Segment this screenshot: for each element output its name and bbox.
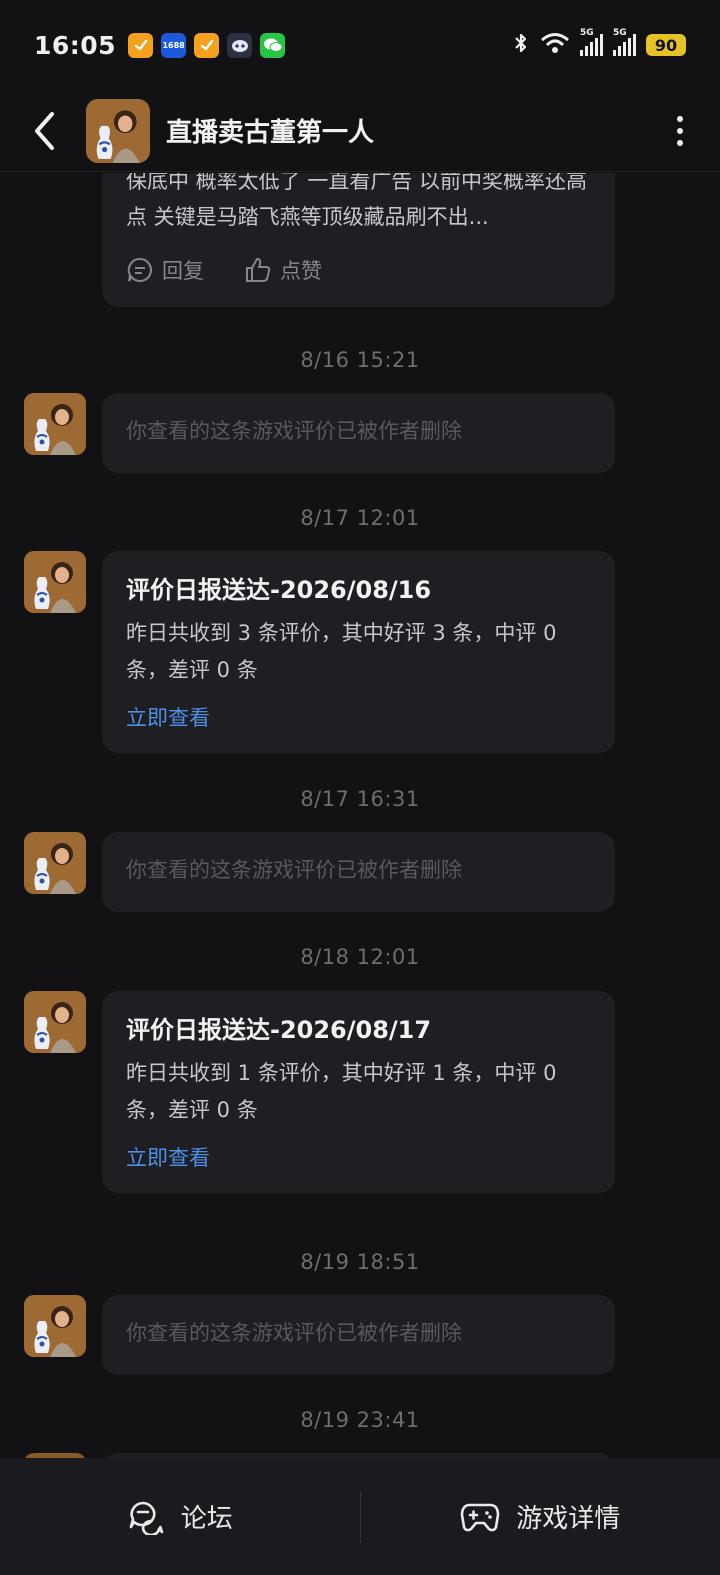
- deleted-message-bubble: 你查看的这条游戏评价已被作者删除: [102, 1295, 615, 1375]
- status-bar: 16:05 1688 5G 5G 90: [0, 0, 720, 90]
- report-summary: 昨日共收到 1 条评价，其中好评 1 条，中评 0 条，差评 0 条: [126, 1061, 557, 1122]
- review-text: 保底中 概率太低了 一直看广告 以前中奖概率还高点 关键是马踏飞燕等顶级藏品刷不…: [126, 173, 588, 229]
- chevron-left-icon: [35, 111, 54, 150]
- message-timestamp: 8/17 16:31: [300, 787, 420, 811]
- deleted-notice: 你查看的这条游戏评价已被作者删除: [126, 419, 462, 443]
- bluetooth-icon: [512, 31, 530, 59]
- 1688-icon: 1688: [161, 32, 187, 58]
- message-timestamp: 8/19 18:51: [300, 1250, 420, 1274]
- report-summary: 昨日共收到 3 条评价，其中好评 3 条，中评 0 条，差评 0 条: [126, 621, 557, 682]
- more-vertical-icon: [677, 115, 683, 146]
- avatar[interactable]: [24, 1295, 86, 1357]
- deleted-message-bubble: 你查看的这条游戏评价已被作者删除: [102, 832, 615, 912]
- review-report-bubble: 评价日报送达-2026/08/16 昨日共收到 3 条评价，其中好评 3 条，中…: [102, 551, 615, 753]
- game-detail-button[interactable]: 游戏详情: [361, 1458, 720, 1575]
- avatar[interactable]: [24, 393, 86, 455]
- bottom-action-bar: 论坛 游戏详情: [0, 1458, 720, 1575]
- chat-header: 直播卖古董第一人: [0, 90, 720, 172]
- report-title: 评价日报送达-2026/08/16: [126, 576, 432, 604]
- message-list[interactable]: 保底中 概率太低了 一直看广告 以前中奖概率还高点 关键是马踏飞燕等顶级藏品刷不…: [0, 173, 720, 1458]
- like-button[interactable]: 点赞: [244, 255, 322, 285]
- review-message-bubble: 保底中 概率太低了 一直看广告 以前中奖概率还高点 关键是马踏飞燕等顶级藏品刷不…: [102, 173, 615, 307]
- wifi-icon: [540, 32, 570, 58]
- avatar[interactable]: [24, 551, 86, 613]
- forum-label: 论坛: [180, 1504, 233, 1534]
- cell-signal-icon: 5G: [580, 28, 603, 56]
- cell-signal-icon: 5G: [613, 28, 636, 56]
- message-timestamp: 8/19 23:41: [300, 1408, 420, 1432]
- page-title: 直播卖古董第一人: [166, 118, 375, 148]
- battery-indicator: 90: [646, 34, 686, 56]
- view-now-link[interactable]: 立即查看: [126, 701, 591, 735]
- forum-button[interactable]: 论坛: [0, 1458, 360, 1575]
- game-detail-label: 游戏详情: [516, 1504, 621, 1534]
- thumbs-up-icon: [246, 258, 271, 282]
- avatar[interactable]: [24, 832, 86, 894]
- clock: 16:05: [34, 30, 117, 60]
- deleted-notice: 你查看的这条游戏评价已被作者删除: [126, 858, 462, 882]
- message-timestamp: 8/18 12:01: [300, 945, 420, 969]
- forum-chat-icon: [129, 1501, 164, 1535]
- robot-icon: [227, 32, 253, 58]
- wechat-icon: [260, 32, 286, 58]
- message-timestamp: 8/17 12:01: [300, 506, 420, 530]
- comment-icon: [127, 257, 152, 282]
- gamepad-icon: [460, 1503, 500, 1531]
- deleted-notice: 你查看的这条游戏评价已被作者删除: [126, 1321, 462, 1345]
- deleted-message-bubble: 你查看的这条游戏评价已被作者删除: [102, 393, 615, 473]
- chat-screen: 16:05 1688 5G 5G 90 直播卖古董第一人 保底中 概率太低了 一…: [0, 0, 720, 1575]
- taobao-icon: [128, 32, 154, 58]
- avatar[interactable]: [24, 991, 86, 1053]
- reply-button[interactable]: 回复: [126, 255, 204, 285]
- taobao-icon: [194, 32, 220, 58]
- review-report-bubble: 评价日报送达-2026/08/17 昨日共收到 1 条评价，其中好评 1 条，中…: [102, 991, 615, 1193]
- view-now-link[interactable]: 立即查看: [126, 1141, 591, 1175]
- back-button[interactable]: [0, 90, 90, 172]
- avatar[interactable]: [86, 98, 150, 163]
- message-timestamp: 8/16 15:21: [300, 348, 420, 372]
- report-title: 评价日报送达-2026/08/17: [126, 1016, 432, 1044]
- more-options-button[interactable]: [640, 90, 720, 172]
